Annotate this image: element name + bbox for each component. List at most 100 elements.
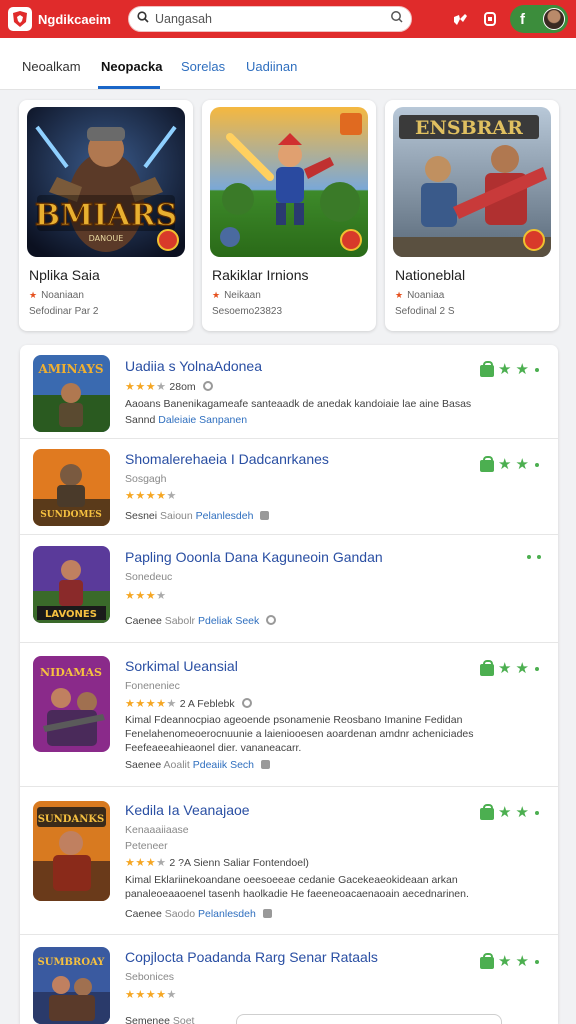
- app-title[interactable]: Papling Ooonla Dana Kaguneoin Gandan: [125, 549, 383, 565]
- app-title[interactable]: Uadiia s YolnaAdonea: [125, 358, 262, 374]
- search-bar[interactable]: Uangasah: [128, 6, 412, 32]
- star-rating: ★★★★★: [125, 698, 177, 710]
- featured-card[interactable]: ENSBRAR Nationeblal ★ Noaniaa Sefodinal 2…: [385, 100, 559, 331]
- favorite-star-icon[interactable]: ★: [515, 457, 528, 472]
- app-title[interactable]: Shomalerehaeia I Dadcanrkanes: [125, 451, 329, 467]
- list-item[interactable]: SUMBROAY Copjlocta Poadanda Rarg Senar R…: [20, 935, 558, 1024]
- featured-title: Nplika Saia: [29, 267, 100, 283]
- download-icon: [260, 760, 270, 769]
- favorite-star-icon[interactable]: ★: [515, 805, 528, 820]
- star-rating: ★★★★: [125, 590, 167, 602]
- more-icon[interactable]: [534, 367, 539, 372]
- shopping-bag-icon[interactable]: [480, 455, 494, 472]
- voice-search-icon[interactable]: [390, 10, 403, 28]
- app-icon: LAVONES: [33, 546, 110, 623]
- favorite-star-icon[interactable]: ★: [498, 661, 511, 676]
- download-icon: [262, 909, 272, 918]
- more-icon[interactable]: [534, 810, 539, 815]
- featured-size: Sefodinal 2 S: [395, 306, 455, 317]
- notifications-icon[interactable]: [480, 9, 500, 29]
- info-icon: [241, 698, 252, 708]
- artwork-subtitle-text: DANOUE: [89, 234, 124, 243]
- info-icon: [266, 615, 277, 625]
- tab-updates[interactable]: Uadiinan: [246, 59, 297, 74]
- rating-badge-icon: [340, 229, 362, 251]
- list-item[interactable]: LAVONES Papling Ooonla Dana Kaguneoin Ga…: [20, 535, 558, 643]
- rating-badge-icon: [523, 229, 545, 251]
- top-bar: Ngdikcaeim Uangasah f: [0, 0, 576, 38]
- shopping-bag-icon[interactable]: [480, 360, 494, 377]
- shopping-bag-icon[interactable]: [480, 952, 494, 969]
- favorite-star-icon[interactable]: ★: [515, 362, 528, 377]
- app-description: Kimal Eklariinekoandane oeesoeeae cedani…: [125, 874, 469, 900]
- featured-developer: Noaniaa: [407, 290, 445, 301]
- featured-card[interactable]: Rakiklar Irnions ★ Neikaan Sesoemo23823: [202, 100, 376, 331]
- app-logo-icon[interactable]: [8, 7, 32, 31]
- account-pill[interactable]: f: [510, 5, 568, 33]
- app-subtitle: Sonedeuc: [125, 571, 173, 583]
- more-icon[interactable]: [534, 666, 539, 671]
- developer-name: Saodo: [164, 908, 196, 920]
- list-item[interactable]: NIDAMAS Sorkimal Ueansial Foneneniec ★★★…: [20, 643, 558, 787]
- game-artwork: [210, 107, 368, 257]
- app-brand-name: Ngdikcaeim: [38, 11, 111, 27]
- category-link[interactable]: Pdeaiik Sech: [193, 759, 254, 771]
- svg-text:SUNDANKS: SUNDANKS: [38, 814, 105, 825]
- developer-name: Aoalit: [163, 759, 190, 771]
- tab-popular[interactable]: Neopacka: [101, 59, 162, 74]
- category-link[interactable]: Pelanlesdeh: [198, 908, 256, 920]
- svg-text:NIDAMAS: NIDAMAS: [40, 666, 102, 679]
- developer-link[interactable]: Daleiaie: [158, 414, 196, 426]
- bottom-sheet-handle[interactable]: [236, 1014, 502, 1024]
- developer-name: Soet: [172, 1015, 195, 1024]
- category-tabs: Neoalkam Neopacka Sorelas Uadiinan: [0, 38, 576, 90]
- app-list: AMINAYS Uadiia s YolnaAdonea ★★★★ 28om A…: [20, 345, 558, 1024]
- avatar[interactable]: [543, 8, 565, 30]
- game-artwork: ENSBRAR: [393, 107, 551, 257]
- gift-icon[interactable]: [450, 9, 470, 29]
- favorite-star-icon[interactable]: ★: [498, 457, 511, 472]
- app-icon: SUNDOMES: [33, 449, 110, 526]
- favorite-star-icon[interactable]: ★: [498, 805, 511, 820]
- more-icon[interactable]: [534, 959, 539, 964]
- app-icon: AMINAYS: [33, 355, 110, 432]
- download-icon: [260, 511, 270, 520]
- list-item[interactable]: AMINAYS Uadiia s YolnaAdonea ★★★★ 28om A…: [20, 345, 558, 439]
- category-link[interactable]: Pdeliak Seek: [198, 615, 259, 627]
- more-icon[interactable]: [537, 555, 541, 559]
- app-title[interactable]: Sorkimal Ueansial: [125, 658, 238, 674]
- featured-card[interactable]: BMIARS DANOUE Nplika Saia ★ Noaniaan Sefo…: [19, 100, 193, 331]
- more-icon[interactable]: [527, 555, 531, 559]
- tab-home[interactable]: Neoalkam: [22, 59, 81, 74]
- shopping-bag-icon[interactable]: [480, 803, 494, 820]
- favorite-star-icon[interactable]: ★: [498, 954, 511, 969]
- rating-text: 2 ?A Sienn Saliar Fontendoel): [169, 857, 309, 869]
- app-title[interactable]: Kedila Ia Veanajaoe: [125, 802, 250, 818]
- favorite-star-icon[interactable]: ★: [515, 954, 528, 969]
- star-rating: ★★★★★: [125, 989, 177, 1001]
- list-item[interactable]: SUNDOMES Shomalerehaeia I Dadcanrkanes S…: [20, 439, 558, 535]
- app-icon: NIDAMAS: [33, 656, 110, 752]
- friends-icon: f: [520, 10, 525, 28]
- featured-developer: Neikaan: [224, 290, 261, 301]
- artwork-title-text: BMIARS: [35, 198, 177, 233]
- more-icon[interactable]: [534, 462, 539, 467]
- app-subtitle: Sebonices: [125, 971, 175, 983]
- search-input[interactable]: Uangasah: [155, 12, 390, 26]
- star-rating: ★★★★: [125, 381, 167, 393]
- svg-text:AMINAYS: AMINAYS: [37, 362, 103, 376]
- category-link[interactable]: Pelanlesdeh: [196, 510, 254, 522]
- app-icon: SUNDANKS: [33, 801, 110, 901]
- favorite-star-icon[interactable]: ★: [498, 362, 511, 377]
- favorite-star-icon[interactable]: ★: [515, 661, 528, 676]
- svg-text:SUNDOMES: SUNDOMES: [40, 510, 102, 520]
- featured-title: Nationeblal: [395, 267, 466, 283]
- tab-social[interactable]: Sorelas: [181, 59, 225, 74]
- shopping-bag-icon[interactable]: [480, 659, 494, 676]
- category-link[interactable]: Sanpanen: [199, 414, 247, 426]
- list-item[interactable]: SUNDANKS Kedila Ia Veanajaoe Kenaaaiiaas…: [20, 787, 558, 935]
- app-subtitle: Foneneniec: [125, 680, 180, 692]
- rating-text: 2 A Feblebk: [179, 698, 235, 710]
- star-rating: ★★★★: [125, 857, 167, 869]
- app-title[interactable]: Copjlocta Poadanda Rarg Senar Rataals: [125, 949, 378, 965]
